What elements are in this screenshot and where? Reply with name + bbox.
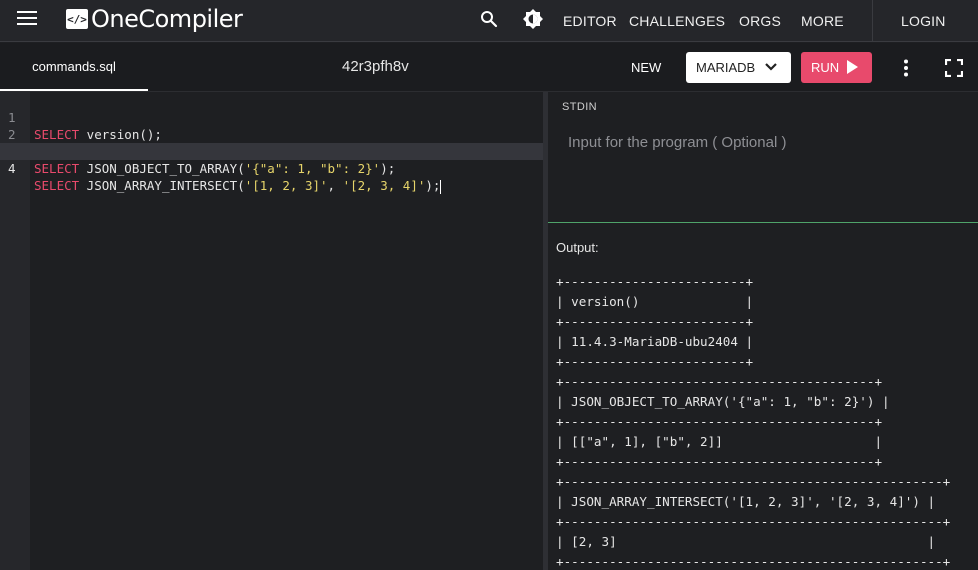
language-select-value: MARIADB: [696, 60, 756, 75]
code-text: SELECT JSON_OBJECT_TO_ARRAY('{"a": 1, "b…: [34, 161, 396, 176]
new-button[interactable]: NEW: [631, 60, 661, 75]
nav-orgs[interactable]: ORGS: [739, 0, 781, 42]
code-id[interactable]: 42r3pfh8v: [342, 58, 409, 75]
code-editor[interactable]: 1 SELECT version(); 2 3 SELECT JSON_OBJE…: [0, 92, 543, 570]
file-tab-commands-sql[interactable]: commands.sql: [0, 43, 148, 91]
run-button-label: RUN: [811, 60, 840, 75]
search-icon[interactable]: [480, 10, 498, 28]
editor-toolbar: commands.sql 42r3pfh8v NEW MARIADB RUN: [0, 43, 978, 92]
language-select[interactable]: MARIADB: [686, 52, 791, 83]
logo-text: OneCompiler: [91, 5, 243, 33]
logo-mark: </>: [66, 9, 88, 29]
fullscreen-icon[interactable]: [945, 59, 963, 77]
nav-divider: [872, 0, 873, 42]
top-navbar: </> OneCompiler EDITOR CHALLENGES ORGS M…: [0, 0, 978, 42]
code-line-active[interactable]: 4 SELECT JSON_ARRAY_INTERSECT('[1, 2, 3]…: [0, 143, 543, 194]
output-label: Output:: [556, 240, 599, 255]
output-text: +------------------------+ | version() |…: [556, 274, 951, 569]
menu-icon[interactable]: [17, 11, 37, 27]
more-vert-icon[interactable]: [898, 59, 914, 77]
stdin-input[interactable]: [562, 128, 962, 208]
play-icon: [847, 60, 858, 74]
theme-toggle-icon[interactable]: [523, 9, 543, 29]
run-button[interactable]: RUN: [801, 52, 872, 83]
stdin-label: STDIN: [562, 101, 597, 113]
stdin-panel: STDIN: [548, 92, 978, 223]
chevron-down-icon: [765, 63, 777, 71]
line-number: 4: [8, 161, 16, 176]
onecompiler-logo[interactable]: </> OneCompiler: [66, 5, 243, 33]
text-cursor: [440, 179, 442, 194]
nav-editor[interactable]: EDITOR: [563, 0, 617, 42]
nav-more[interactable]: MORE: [801, 0, 844, 42]
code-line[interactable]: 3 SELECT JSON_OBJECT_TO_ARRAY('{"a": 1, …: [0, 126, 543, 176]
code-line[interactable]: 2: [0, 109, 543, 142]
output-panel: Output: +------------------------+ | ver…: [548, 224, 978, 570]
login-link[interactable]: LOGIN: [901, 0, 946, 42]
code-line[interactable]: 1 SELECT version();: [0, 92, 543, 142]
nav-challenges[interactable]: CHALLENGES: [629, 0, 725, 42]
code-text: SELECT JSON_ARRAY_INTERSECT('[1, 2, 3]',…: [34, 178, 442, 194]
